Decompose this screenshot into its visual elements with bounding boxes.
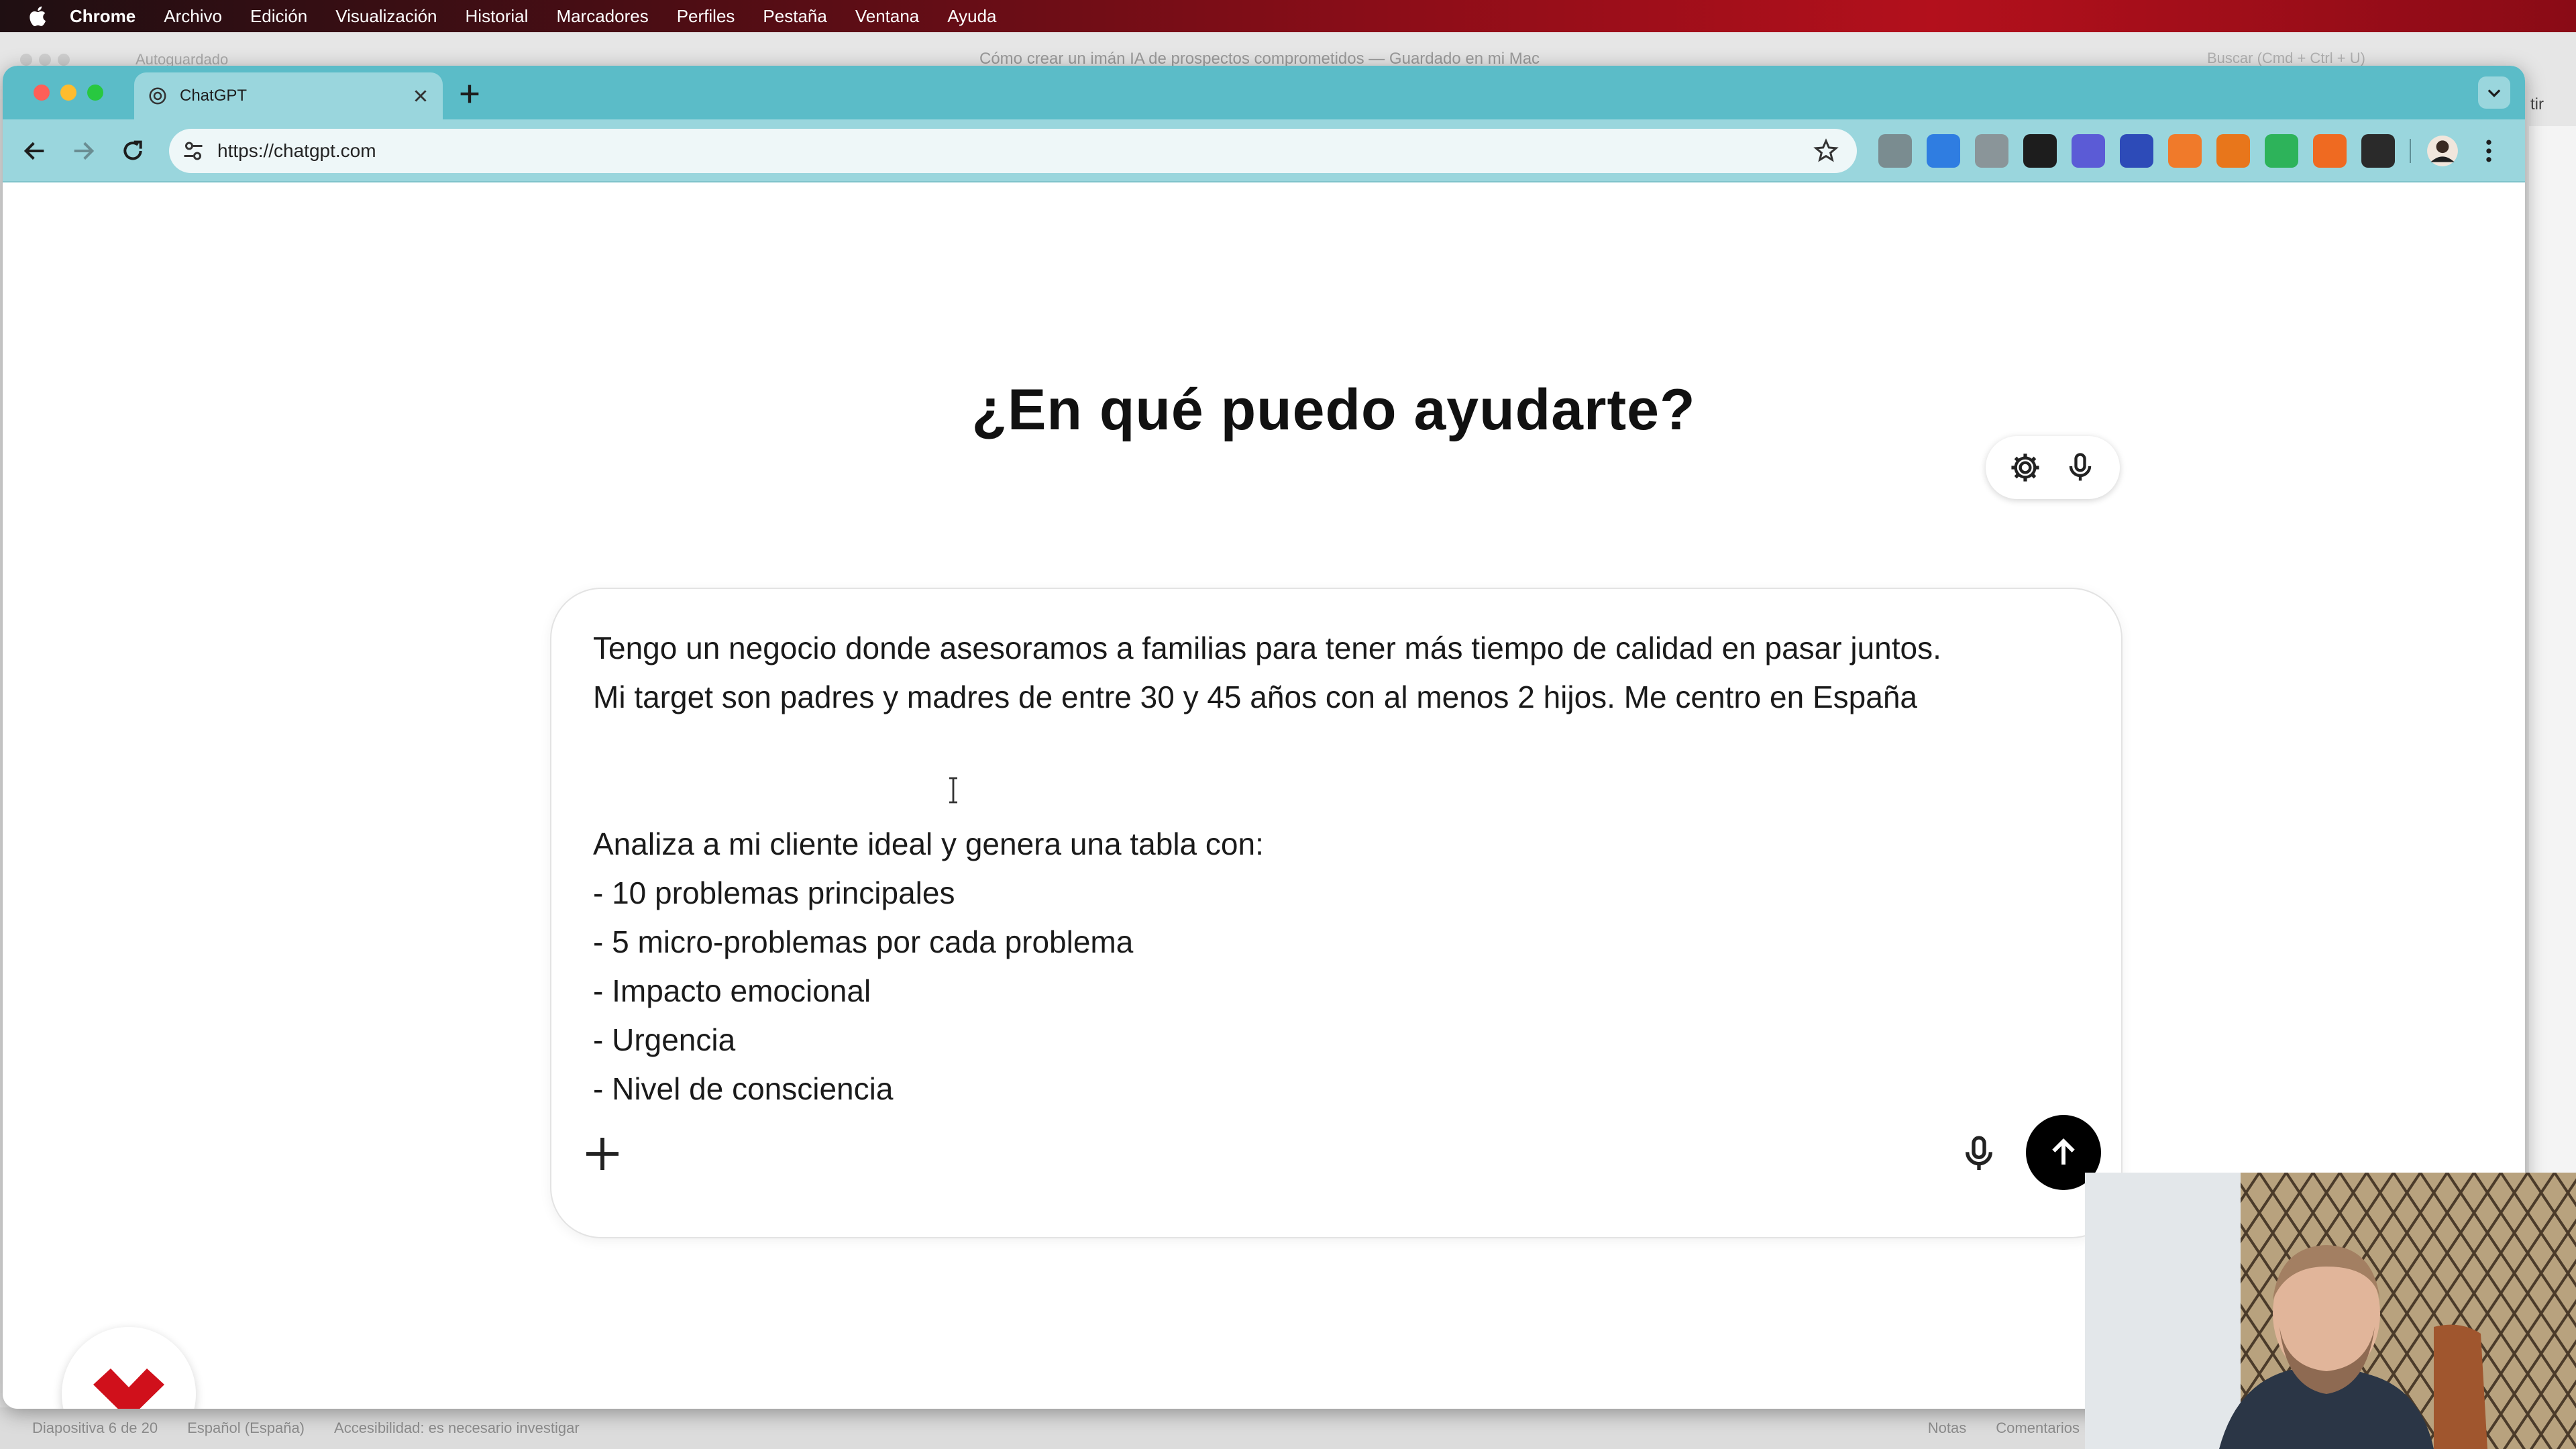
fox-icon[interactable] (2216, 134, 2250, 168)
menu-perfiles[interactable]: Perfiles (677, 6, 735, 27)
prompt-line: Analiza a mi cliente ideal y genera una … (593, 826, 1264, 861)
new-tab-icon[interactable] (456, 80, 483, 107)
menu-marcadores[interactable]: Marcadores (556, 6, 648, 27)
composer-tools-pill (1986, 436, 2120, 499)
toolbar-divider (2410, 139, 2411, 163)
site-settings-icon[interactable] (181, 139, 205, 163)
prompt-line (593, 722, 2096, 771)
flame-icon[interactable] (2313, 134, 2347, 168)
code-icon[interactable] (1878, 134, 1912, 168)
status-comments: Comentarios (1996, 1419, 2080, 1436)
bookmark-star-icon[interactable] (1813, 138, 1839, 164)
more-vertical-icon[interactable] (2474, 136, 2504, 166)
prompt-line: Tengo un negocio donde asesoramos a fami… (593, 631, 1941, 665)
prompt-line (593, 771, 2096, 820)
zoom-window-button[interactable] (87, 85, 103, 101)
menu-visualizacion[interactable]: Visualización (335, 6, 437, 27)
menu-app-chrome[interactable]: Chrome (70, 6, 136, 27)
prompt-line: - Impacto emocional (593, 973, 871, 1008)
url-text[interactable]: https://chatgpt.com (217, 140, 1813, 162)
background-share-button: tir (2530, 95, 2544, 113)
plus-icon[interactable] (581, 1132, 624, 1175)
page-title: ¿En qué puedo ayudarte? (971, 378, 1696, 442)
address-bar[interactable]: https://chatgpt.com (169, 129, 1857, 173)
prompt-composer[interactable]: Tengo un negocio donde asesoramos a fami… (550, 588, 2123, 1238)
text-cursor-icon (949, 777, 957, 804)
dictation-microphone-icon[interactable] (1957, 1132, 2000, 1175)
menu-historial[interactable]: Historial (466, 6, 529, 27)
tab-title: ChatGPT (180, 87, 248, 105)
tab-search-button[interactable] (2478, 76, 2510, 109)
browser-toolbar: https://chatgpt.com (3, 119, 2525, 182)
presenter-webcam-image (2085, 1173, 2576, 1449)
webcam-overlay (2085, 1173, 2576, 1449)
chatgpt-favicon-icon (149, 87, 166, 105)
prompt-line: - 5 micro-problemas por cada problema (593, 924, 1134, 959)
prompt-line: - 10 problemas principales (593, 875, 955, 910)
macos-menu-bar: Chrome Archivo Edición Visualización His… (0, 0, 2576, 32)
puzzle-icon[interactable] (2361, 134, 2395, 168)
brand-logo-badge (62, 1327, 196, 1409)
extensions-area (1878, 134, 2504, 168)
zap-icon[interactable] (2168, 134, 2202, 168)
tab-strip: ChatGPT (3, 66, 2525, 119)
red-chevron-logo-icon (93, 1368, 164, 1409)
profile-avatar-icon[interactable] (2426, 134, 2459, 168)
prompt-line: - Urgencia (593, 1022, 736, 1057)
status-notes: Notas (1927, 1419, 1967, 1436)
tab-chatgpt[interactable]: ChatGPT (134, 72, 443, 119)
tag-icon[interactable] (1927, 134, 1960, 168)
menu-pestana[interactable]: Pestaña (763, 6, 826, 27)
menu-ventana[interactable]: Ventana (855, 6, 919, 27)
ai-badge-icon[interactable] (2072, 134, 2105, 168)
menu-archivo[interactable]: Archivo (164, 6, 222, 27)
gear-icon[interactable] (2008, 450, 2043, 485)
camera-icon[interactable] (1975, 134, 2008, 168)
calendar-badge-icon[interactable] (2120, 134, 2153, 168)
back-arrow-icon[interactable] (21, 138, 48, 164)
prompt-line: Mi target son padres y madres de entre 3… (593, 680, 1918, 714)
menu-ayuda[interactable]: Ayuda (947, 6, 996, 27)
record-icon[interactable] (2265, 134, 2298, 168)
window-controls (34, 85, 103, 101)
status-language: Español (España) (187, 1419, 305, 1436)
prompt-line: - Nivel de consciencia (593, 1071, 894, 1106)
background-traffic-lights (20, 54, 70, 66)
k-extension-icon[interactable] (2023, 134, 2057, 168)
status-accessibility: Accesibilidad: es necesario investigar (334, 1419, 580, 1436)
status-slide-count: Diapositiva 6 de 20 (32, 1419, 158, 1436)
arrow-up-icon (2052, 1138, 2075, 1165)
reload-icon[interactable] (119, 138, 146, 164)
background-search-field: Buscar (Cmd + Ctrl + U) (2207, 50, 2365, 66)
close-window-button[interactable] (34, 85, 50, 101)
prompt-textarea[interactable]: Tengo un negocio donde asesoramos a fami… (593, 624, 2096, 1114)
menu-edicion[interactable]: Edición (250, 6, 307, 27)
minimize-window-button[interactable] (60, 85, 76, 101)
chevron-down-icon (2487, 89, 2501, 97)
tab-close-icon[interactable] (412, 87, 429, 105)
forward-arrow-icon[interactable] (70, 138, 97, 164)
microphone-icon[interactable] (2063, 450, 2098, 485)
apple-logo-icon[interactable] (27, 5, 47, 28)
